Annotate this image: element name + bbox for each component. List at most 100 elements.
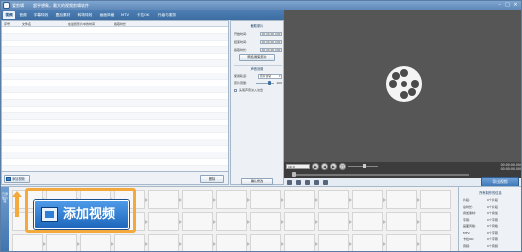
- tab-subtitle-effects[interactable]: 字幕特效: [31, 11, 51, 19]
- info-key: 字幕:: [463, 217, 471, 222]
- volume-row: 原片音量: 100: [234, 80, 282, 86]
- tab-video[interactable]: 视频: [3, 11, 15, 19]
- minimize-button[interactable]: –: [496, 2, 503, 8]
- start-time-input[interactable]: 00:00:00.000: [260, 32, 282, 36]
- timeline-slot[interactable]: [250, 190, 281, 209]
- settings-icon[interactable]: [323, 180, 328, 185]
- duration-row: 截取时长: 00:00:00.000: [234, 47, 282, 53]
- end-time-input[interactable]: 00:00:00.000: [260, 40, 282, 44]
- track-select[interactable]: 原片音轨: [258, 74, 282, 79]
- timeline-slot[interactable]: [318, 190, 349, 209]
- volume-slider-track[interactable]: [256, 82, 274, 84]
- timeline-slot[interactable]: [216, 234, 247, 251]
- timeline-slot[interactable]: [182, 212, 213, 231]
- add-video-button[interactable]: 添加视频: [4, 175, 30, 183]
- tab-mtv[interactable]: MTV: [119, 11, 131, 19]
- preview-player[interactable]: [284, 10, 521, 162]
- tab-transition-effects[interactable]: 转场特效: [75, 11, 95, 19]
- timeline-slot[interactable]: [420, 212, 451, 231]
- info-value: 0个字幕: [487, 217, 498, 222]
- volume-slider-handle[interactable]: [268, 81, 271, 85]
- track-row: 使用轨道: 原片音轨: [234, 73, 282, 79]
- tab-picture-style[interactable]: 画面风格: [97, 11, 117, 19]
- timeline-slot[interactable]: [386, 234, 417, 251]
- close-button[interactable]: ×: [512, 2, 519, 8]
- duration-input[interactable]: 00:00:00.000: [260, 48, 282, 52]
- timeline-slot[interactable]: [148, 190, 179, 209]
- timeline-slot[interactable]: [284, 190, 315, 209]
- info-value: 0个音频: [487, 243, 498, 248]
- timeline-slot[interactable]: [216, 212, 247, 231]
- timeline-slot[interactable]: [114, 234, 145, 251]
- play-icon[interactable]: ▶: [312, 163, 319, 170]
- timeline-side-tab[interactable]: 已添加片段: [1, 187, 9, 251]
- info-key: 画面风格:: [463, 224, 477, 228]
- folder-icon[interactable]: [296, 180, 301, 185]
- tab-audio[interactable]: 音频: [17, 11, 29, 19]
- timeline-slot[interactable]: [182, 234, 213, 251]
- fullscreen-icon[interactable]: □: [339, 163, 346, 170]
- maximize-button[interactable]: □: [504, 2, 511, 8]
- info-row: 字幕: 0个字幕: [463, 218, 521, 223]
- timeline-slot[interactable]: [80, 234, 111, 251]
- volume-label: 原片音量:: [234, 81, 248, 85]
- timeline-slot[interactable]: [352, 212, 383, 231]
- tab-overlay-material[interactable]: 叠加素材: [53, 11, 73, 19]
- seek-handle[interactable]: [292, 172, 296, 177]
- info-row: 叠加素材: 0个叠加: [463, 211, 521, 216]
- seek-bar[interactable]: [294, 174, 469, 176]
- timeline-slot[interactable]: [352, 190, 383, 209]
- player-volume-handle[interactable]: [363, 164, 366, 168]
- info-key: 片段:: [463, 198, 471, 202]
- preview-cut-button[interactable]: 预览/截取原片: [239, 54, 275, 61]
- project-info-panel: 所有制作的信息 片段: 0个片段 总时长: 0个片段 叠加素材: 0个叠加 字幕: 0个字幕画…: [458, 186, 521, 251]
- info-row: 总时长: 0个片段: [463, 205, 521, 210]
- end-time-row: 结束时间: 00:00:00.000: [234, 39, 282, 45]
- timeline-slot[interactable]: [420, 190, 451, 209]
- export-frame-icon[interactable]: [314, 180, 319, 185]
- snapshot-icon[interactable]: [287, 180, 292, 185]
- timeline-slot[interactable]: [46, 234, 77, 251]
- info-row: 片段: 0个片段: [463, 198, 521, 203]
- timeline-slot[interactable]: [148, 234, 179, 251]
- info-key: 总时长:: [463, 204, 474, 209]
- timeline-slot[interactable]: [386, 190, 417, 209]
- timeline-slot[interactable]: [216, 190, 247, 209]
- timeline-slot[interactable]: [284, 212, 315, 231]
- timeline-slot[interactable]: [318, 212, 349, 231]
- timeline-slot[interactable]: [250, 212, 281, 231]
- callout-arrow: [12, 191, 22, 217]
- film-icon: [6, 177, 11, 181]
- next-frame-icon[interactable]: ▶: [330, 163, 337, 170]
- info-row: 音频: 0个音频: [463, 244, 521, 249]
- end-time-label: 结束时间:: [234, 40, 248, 44]
- tab-karaoke[interactable]: 卡拉OK: [135, 11, 151, 19]
- info-key: 音频:: [463, 243, 471, 248]
- delete-button[interactable]: 删除: [200, 175, 224, 183]
- prev-frame-icon[interactable]: ◀: [321, 163, 328, 170]
- timeline-slot[interactable]: [318, 234, 349, 251]
- add-video-large-button[interactable]: 添加视频: [34, 200, 129, 229]
- timeline-slot[interactable]: [148, 212, 179, 231]
- timeline-slot[interactable]: [352, 234, 383, 251]
- info-key: 卡拉OK:: [463, 237, 475, 241]
- app-name: 爱剪辑: [12, 3, 24, 8]
- timeline-slot[interactable]: [386, 212, 417, 231]
- image-icon[interactable]: [305, 180, 310, 185]
- aspect-ratio-select[interactable]: 16:9: [286, 164, 310, 169]
- timeline-slot[interactable]: [420, 234, 451, 251]
- timeline-slot[interactable]: [182, 190, 213, 209]
- tab-upgrade-service[interactable]: 升级与服务: [155, 11, 179, 19]
- timeline-slot[interactable]: [250, 234, 281, 251]
- info-panel-title: 所有制作的信息: [479, 191, 502, 195]
- clip-section-title: 截取原片: [250, 24, 264, 28]
- divider: [234, 65, 282, 66]
- timeline-slot[interactable]: [12, 234, 43, 251]
- fade-checkbox[interactable]: [234, 89, 237, 92]
- info-row: MTV: 0个字幕: [463, 231, 521, 236]
- clip-list-table[interactable]: 序号 文件名 在最终影片中的时间 截取时长: [1, 20, 229, 173]
- info-row: 画面风格: 0个风格: [463, 224, 521, 229]
- confirm-changes-button[interactable]: 确认修改: [241, 178, 273, 185]
- timeline-slot[interactable]: [284, 234, 315, 251]
- add-video-large-label: 添加视频: [63, 207, 116, 222]
